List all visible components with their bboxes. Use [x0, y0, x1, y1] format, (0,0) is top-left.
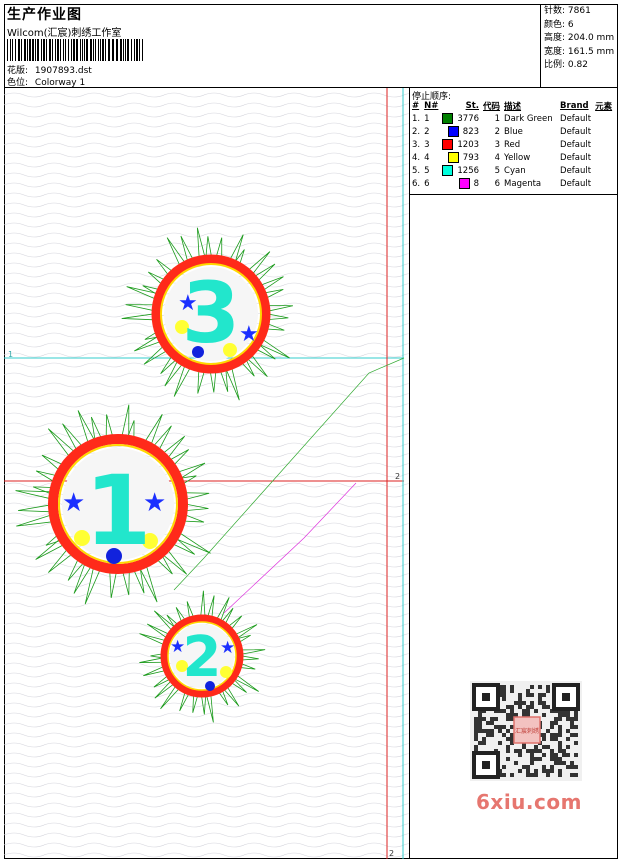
- cell-num: 6.: [412, 178, 421, 189]
- cell-brand: Default: [560, 152, 592, 163]
- stat-height: 高度: 204.0 mm: [544, 33, 615, 43]
- cell-brand: Default: [560, 113, 592, 124]
- stat-stitches: 针数: 7861: [544, 6, 591, 16]
- cell-num: 2.: [412, 126, 421, 137]
- cell-desc: Yellow: [504, 152, 531, 163]
- table-row[interactable]: 3. 3 1203 3 Red Default: [410, 138, 614, 151]
- cell-n: 3: [424, 139, 430, 150]
- panel-divider: [410, 194, 618, 195]
- color-swatch: [442, 139, 454, 150]
- cell-st: 3776: [440, 112, 481, 125]
- svg-text:3: 3: [182, 264, 240, 362]
- cell-brand: Default: [560, 139, 592, 150]
- cell-brand: Default: [560, 178, 592, 189]
- cell-el: [593, 125, 614, 138]
- cell-code: 5: [494, 165, 501, 176]
- page-title: 生产作业图: [7, 7, 82, 23]
- design-preview: 1 2 2 ★ ★ 3 ★ ★ 1 ★ ★ 2: [4, 88, 409, 859]
- svg-text:★: ★: [239, 322, 259, 347]
- cell-desc: Dark Green: [504, 113, 553, 124]
- guide-label-1: 1: [8, 350, 13, 359]
- cell-n: 2: [424, 126, 430, 137]
- cell-num: 1.: [412, 113, 421, 124]
- table-row[interactable]: 4. 4 793 4 Yellow Default: [410, 151, 614, 164]
- cell-n: 5: [424, 165, 430, 176]
- col-num: #: [412, 101, 420, 111]
- col-element: 元素: [595, 102, 613, 112]
- cell-el: [593, 164, 614, 177]
- company-name: Wilcom(汇宸)刺绣工作室: [7, 28, 122, 39]
- cell-n: 1: [424, 113, 430, 124]
- col-n: N#: [424, 101, 439, 111]
- table-row[interactable]: 2. 2 823 2 Blue Default: [410, 125, 614, 138]
- cell-el: [593, 151, 614, 164]
- stat-colors: 颜色: 6: [544, 19, 574, 30]
- cell-st: 1256: [440, 164, 481, 177]
- stat-width: 宽度: 161.5 mm: [544, 46, 615, 57]
- cell-st: 8: [440, 177, 481, 190]
- cell-num: 3.: [412, 139, 421, 150]
- guide-label-2b: 2: [389, 849, 394, 858]
- cell-code: 4: [494, 152, 501, 163]
- cell-st: 793: [440, 151, 481, 164]
- svg-text:2: 2: [183, 625, 222, 690]
- cell-el: [593, 138, 614, 151]
- stop-sequence-table: # N# St. 代码 描述 Brand 元素 1. 1 3776 1 Dark Gre…: [410, 100, 614, 190]
- cell-desc: Magenta: [504, 178, 542, 189]
- colorway-label: 色位:: [7, 78, 29, 88]
- design-canvas[interactable]: 1 2 2 ★ ★ 3 ★ ★ 1 ★ ★ 2: [4, 88, 410, 859]
- cell-n: 4: [424, 152, 430, 163]
- table-row[interactable]: 6. 6 8 6 Magenta Default: [410, 177, 614, 190]
- svg-text:1: 1: [85, 455, 152, 567]
- colorway-name: Colorway 1: [34, 78, 86, 88]
- cell-brand: Default: [560, 126, 592, 137]
- cell-n: 6: [424, 178, 430, 189]
- stat-scale: 比例: 0.82: [544, 60, 588, 70]
- color-stop-panel: 停止顺序: # N# St. 代码 描述 Brand 元素 1. 1 3776 1 Da…: [410, 88, 618, 859]
- svg-text:★: ★: [62, 488, 85, 518]
- cell-code: 6: [494, 178, 501, 189]
- cell-desc: Cyan: [504, 165, 526, 176]
- cell-code: 3: [494, 139, 501, 150]
- cell-code: 1: [494, 113, 501, 124]
- colorway-line: 色位: Colorway 1: [7, 75, 85, 88]
- cell-desc: Red: [504, 139, 521, 150]
- col-code: 代码: [483, 102, 501, 112]
- table-row[interactable]: 1. 1 3776 1 Dark Green Default: [410, 112, 614, 125]
- cell-el: [593, 112, 614, 125]
- table-header-row: # N# St. 代码 描述 Brand 元素: [410, 100, 614, 112]
- color-swatch: [442, 165, 454, 176]
- cell-brand: Default: [560, 165, 592, 176]
- cell-st: 1203: [440, 138, 481, 151]
- color-swatch: [447, 152, 459, 163]
- svg-text:★: ★: [220, 638, 235, 658]
- cell-code: 2: [494, 126, 501, 137]
- col-stitches: St.: [465, 101, 480, 111]
- cell-el: [593, 177, 614, 190]
- table-row[interactable]: 5. 5 1256 5 Cyan Default: [410, 164, 614, 177]
- barcode: [7, 39, 143, 61]
- color-swatch: [447, 126, 459, 137]
- stats-box: 针数: 7861 颜色: 6 高度: 204.0 mm 宽度: 161.5 mm…: [540, 4, 618, 88]
- cell-num: 5.: [412, 165, 421, 176]
- header: 生产作业图 Wilcom(汇宸)刺绣工作室 花版: 1907893.dst 色位…: [4, 4, 540, 88]
- col-brand: Brand: [560, 101, 589, 111]
- color-swatch: [442, 113, 454, 124]
- color-swatch: [458, 178, 470, 189]
- cell-num: 4.: [412, 152, 421, 163]
- cell-desc: Blue: [504, 126, 523, 137]
- cell-st: 823: [440, 125, 481, 138]
- col-desc: 描述: [504, 102, 522, 112]
- guide-label-2a: 2: [395, 472, 400, 481]
